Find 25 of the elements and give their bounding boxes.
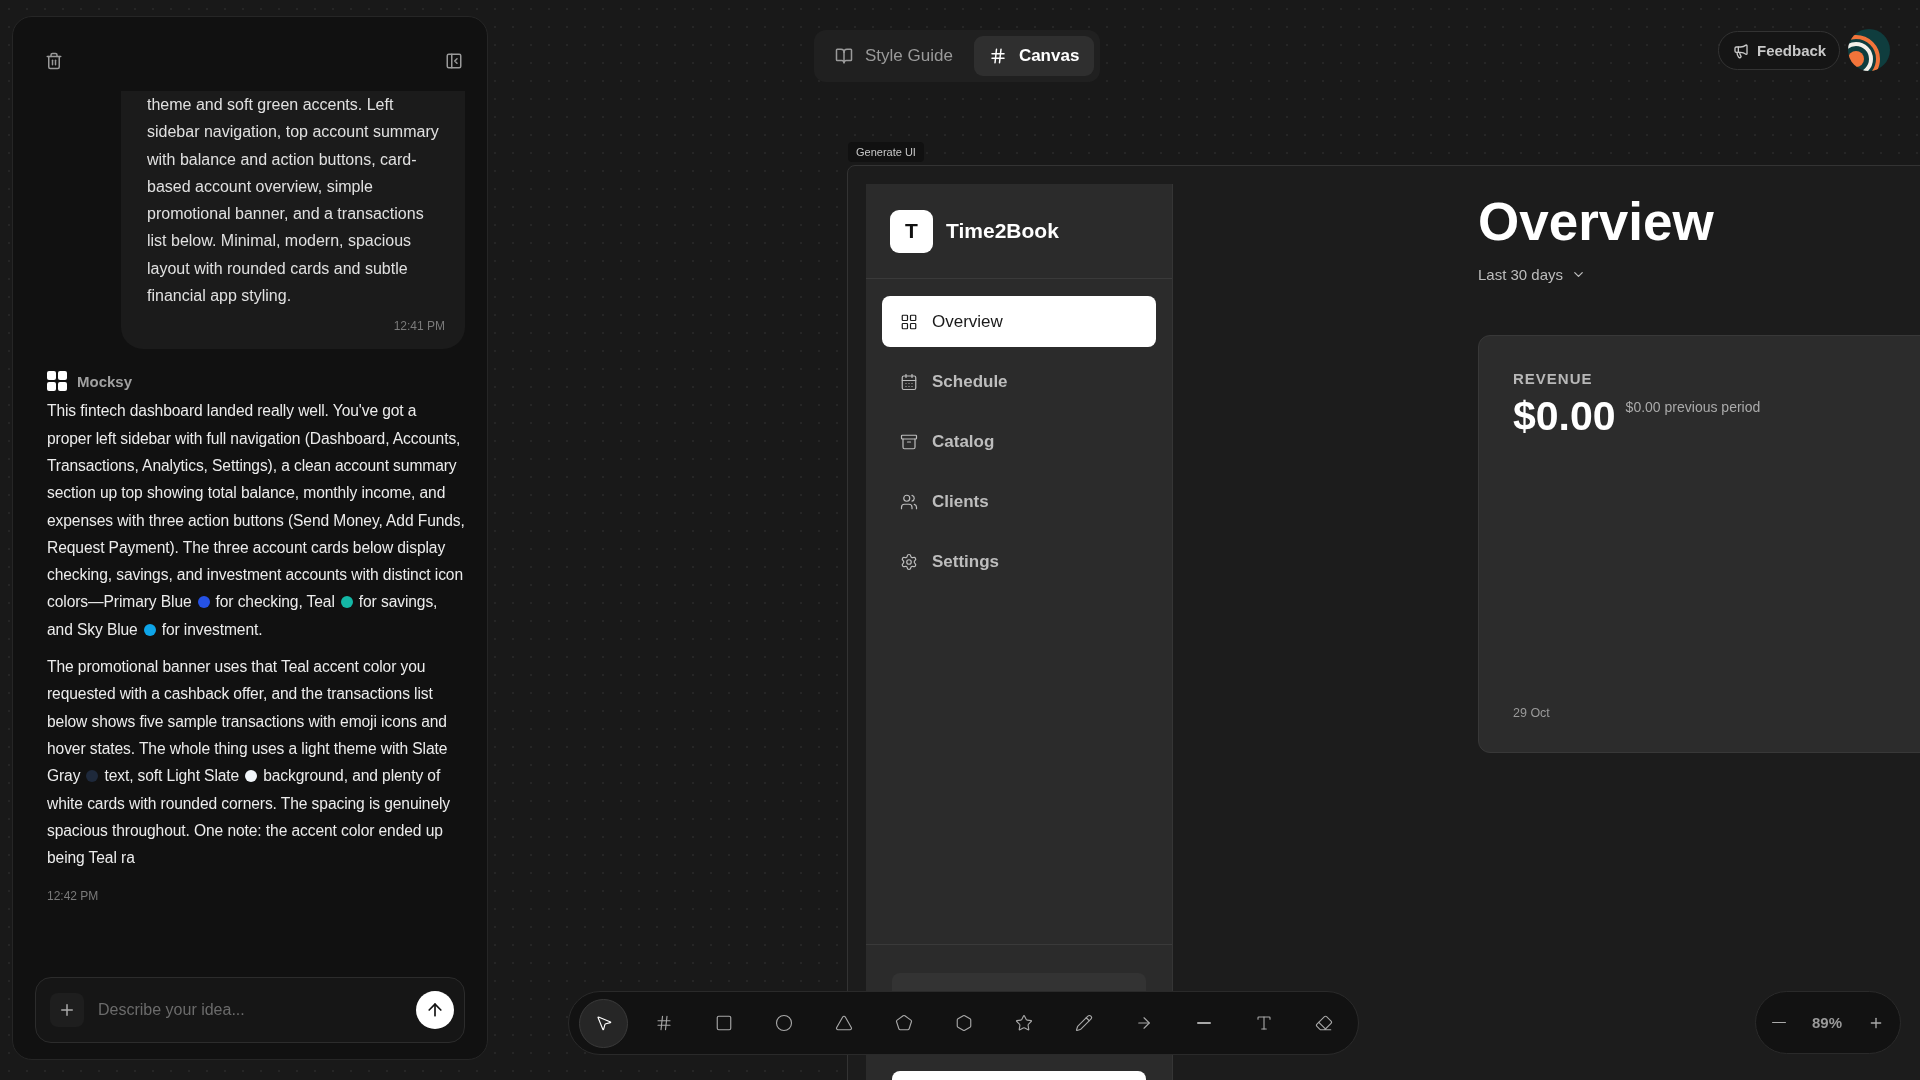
nav-item[interactable]: Catalog [882,416,1156,467]
date-range-dropdown[interactable]: Last 30 days [1478,266,1587,283]
frame-label: Generate UI [848,142,924,162]
previous-period-text: $0.00 previous period [1625,399,1761,415]
message-text: The promotional banner uses that Teal accent color you requested with a cashback offer, and the transactions list below shows five sample transactions with emoji icons and hover states. The whole thing uses a light theme with Slate Gray text, soft Light Slate background, and plenty of white cards with rounded corners. The spacing is genuinely spacious throughout. One note: the accent color ended up being Teal ra [47,657,452,869]
user-message-text: theme and soft green accents. Left sidebar navigation, top account summary with balance and action buttons, card-based account overview, simple promotional banner, and a transactions list below. Minimal, modern, spacious layout with rounded cards and subtle financial app styling. [147,95,440,307]
feedback-button[interactable]: Feedback [1718,31,1841,70]
message-time: 12:41 PM [393,319,445,334]
view-tab[interactable]: Style Guide [820,36,968,76]
message-time: 12:42 PM [47,889,99,904]
zoom-level: 89% [1812,1014,1842,1031]
card-label: REVENUE [1513,370,1594,387]
revenue-value: $0.00 [1513,393,1616,440]
page-title: Overview [1478,191,1715,253]
date-label: 29 Oct [1513,706,1551,720]
brand-name: Time2Book [946,219,1059,243]
sender-name: Mocksy [77,372,133,390]
prompt-field[interactable]: Describe your idea... [96,1000,404,1020]
brand-logo: T [890,209,933,253]
nav-item[interactable]: Clients [882,476,1156,527]
nav-item[interactable]: Schedule [882,356,1156,407]
message-text: This fintech dashboard landed really well. You've got a proper left sidebar with full navigation (Dashboard, Accounts, Transactions, Analytics, Settings), a clean account summary section up top showing total balance, monthly income, and expenses with three action buttons (Send Money, Add Funds, Request Payment). The three account cards below display checking, savings, and investment accounts with distinct icon colors—Primary Blue for checking, Teal for savings, and Sky Blue for investment. [47,401,465,640]
nav-item[interactable]: Settings [882,536,1156,587]
nav-item[interactable]: Overview [882,296,1156,347]
view-tab[interactable]: Canvas [973,36,1095,76]
